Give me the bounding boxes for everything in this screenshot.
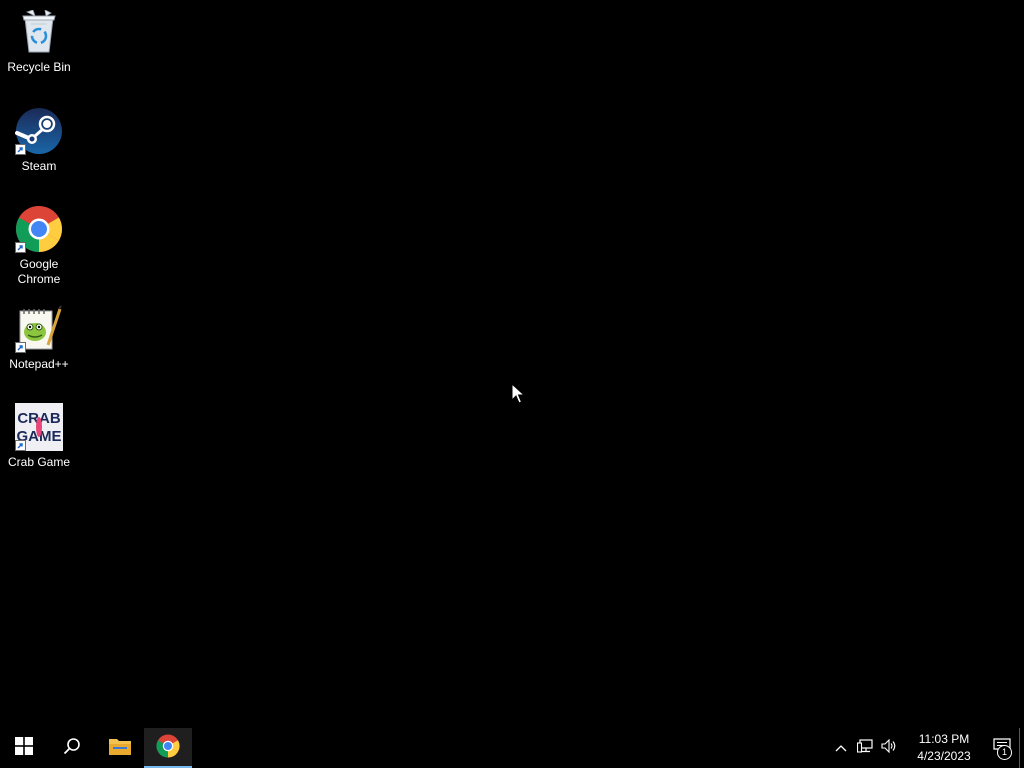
notification-count-badge: 1 bbox=[997, 745, 1012, 760]
shortcut-arrow-icon bbox=[15, 342, 26, 353]
desktop-icon-steam[interactable]: Steam bbox=[4, 107, 74, 174]
clock-time: 11:03 PM bbox=[918, 732, 970, 746]
steam-icon bbox=[15, 107, 63, 155]
system-tray: 11:03 PM 4/23/2023 1 bbox=[829, 728, 1024, 768]
volume-icon bbox=[881, 738, 897, 758]
folder-icon bbox=[108, 736, 132, 761]
chrome-icon bbox=[15, 205, 63, 253]
chevron-up-icon bbox=[835, 739, 847, 757]
action-center-button[interactable]: 1 bbox=[985, 728, 1019, 768]
shortcut-arrow-icon bbox=[15, 144, 26, 155]
taskbar: 11:03 PM 4/23/2023 1 bbox=[0, 728, 1024, 768]
show-desktop-button[interactable] bbox=[1019, 728, 1024, 768]
desktop-icon-recycle-bin[interactable]: Recycle Bin bbox=[4, 8, 74, 75]
volume-button[interactable] bbox=[877, 728, 901, 768]
recycle-bin-icon bbox=[15, 8, 63, 56]
desktop-icon-google-chrome[interactable]: Google Chrome bbox=[4, 205, 74, 287]
desktop-icon-label: Crab Game bbox=[7, 455, 71, 469]
desktop[interactable]: Recycle Bin Steam Google Chrome Notepad+… bbox=[0, 0, 1024, 728]
clock-date: 4/23/2023 bbox=[917, 749, 971, 763]
desktop-icon-label: Recycle Bin bbox=[7, 60, 71, 74]
start-button[interactable] bbox=[0, 728, 48, 768]
shortcut-arrow-icon bbox=[15, 440, 26, 451]
desktop-icon-label: Google Chrome bbox=[17, 257, 61, 286]
network-button[interactable] bbox=[853, 728, 877, 768]
windows-logo-icon bbox=[15, 736, 33, 760]
mouse-pointer-icon bbox=[511, 382, 526, 405]
search-icon bbox=[63, 737, 81, 760]
file-explorer-button[interactable] bbox=[96, 728, 144, 768]
desktop-icon-label: Notepad++ bbox=[9, 357, 69, 371]
search-button[interactable] bbox=[48, 728, 96, 768]
crab-game-icon: CRAB GAME bbox=[15, 403, 63, 451]
chrome-icon bbox=[156, 734, 180, 763]
show-hidden-icons-button[interactable] bbox=[829, 728, 853, 768]
clock[interactable]: 11:03 PM 4/23/2023 bbox=[907, 728, 981, 768]
desktop-icon-crab-game[interactable]: CRAB GAME Crab Game bbox=[4, 403, 74, 470]
desktop-icon-notepad-plus-plus[interactable]: Notepad++ bbox=[4, 305, 74, 372]
notepad-plus-plus-icon bbox=[15, 305, 63, 353]
shortcut-arrow-icon bbox=[15, 242, 26, 253]
chrome-taskbar-button[interactable] bbox=[144, 728, 192, 768]
network-icon bbox=[856, 738, 873, 758]
desktop-icon-label: Steam bbox=[21, 159, 57, 173]
